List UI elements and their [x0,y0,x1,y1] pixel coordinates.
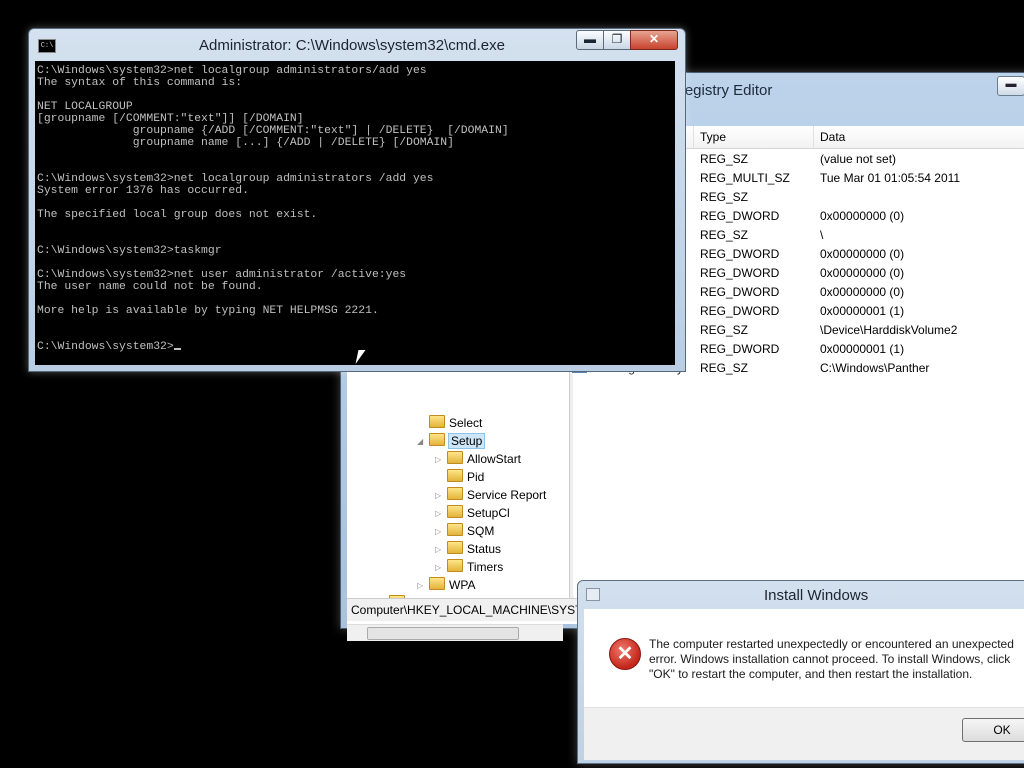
dialog-title: Install Windows [764,587,869,604]
console-output[interactable]: C:\Windows\system32>net localgroup admin… [35,61,675,365]
tree-item-allowstart[interactable]: ▷ AllowStart [435,450,521,468]
folder-icon [447,559,463,572]
value-type: REG_SZ [700,190,749,204]
folder-icon [429,415,445,428]
error-message: The computer restarted unexpectedly or e… [649,637,1014,681]
value-type: REG_DWORD [700,285,780,299]
value-type: REG_DWORD [700,247,780,261]
tree-item-setup[interactable]: ◢ Setup [417,432,486,451]
column-header-type[interactable]: Type [694,126,814,148]
folder-icon [447,505,463,518]
dialog-body: ✕ The computer restarted unexpectedly or… [584,609,1024,707]
window-title: Administrator: C:\Windows\system32\cmd.e… [199,37,505,54]
value-data: \ [820,228,824,242]
value-data: 0x00000000 (0) [820,209,905,223]
tree-item-sqm[interactable]: ▷ SQM [435,522,494,540]
value-data: 0x00000000 (0) [820,266,905,280]
value-type: REG_DWORD [700,209,780,223]
tree-item-label: SQM [467,524,495,538]
cmd-window: C:\ Administrator: C:\Windows\system32\c… [28,28,686,372]
tree-item-pid[interactable]: Pid [435,468,484,486]
tree-item-label: WPA [449,578,476,592]
dialog-footer: OK [584,707,1024,760]
value-type: REG_DWORD [700,266,780,280]
text-cursor [173,348,181,350]
expand-arrow-icon[interactable]: ▷ [435,559,447,577]
tree-item-service-report[interactable]: ▷ Service Report [435,486,546,504]
value-type: REG_DWORD [700,304,780,318]
cmd-icon[interactable]: C:\ [38,39,56,53]
tree-item-label: SetupCl [467,506,510,520]
console-text: C:\Windows\system32>net localgroup admin… [37,65,509,353]
minimize-button[interactable]: ▬ [576,30,604,50]
tree-item-status[interactable]: ▷ Status [435,540,501,558]
tree-item-timers[interactable]: ▷ Timers [435,558,503,576]
value-data: (value not set) [820,152,897,166]
value-type: REG_SZ [700,323,749,337]
window-title: Registry Editor [674,82,773,99]
value-data: 0x00000000 (0) [820,285,905,299]
expand-arrow-icon[interactable]: ▷ [435,505,447,523]
close-button[interactable]: ✕ [630,30,678,50]
tree-item-label: Pid [467,470,485,484]
tree-item-label: AllowStart [467,452,522,466]
tree-item-select[interactable]: Select [417,414,482,432]
expand-arrow-icon[interactable]: ▷ [417,577,429,595]
tree-item-label: Status [467,542,502,556]
tree-item-setupcl[interactable]: ▷ SetupCl [435,504,510,522]
value-data: C:\Windows\Panther [820,361,930,375]
expand-arrow-icon[interactable]: ▷ [435,487,447,505]
value-data: \Device\HarddiskVolume2 [820,323,958,337]
maximize-button[interactable]: ❐ [603,30,631,50]
folder-icon [429,433,445,446]
folder-icon [429,577,445,590]
value-type: REG_SZ [700,361,749,375]
value-data: 0x00000001 (1) [820,304,905,318]
folder-icon [447,451,463,464]
folder-icon [447,523,463,536]
expand-arrow-icon[interactable]: ◢ [417,433,429,451]
value-data: Tue Mar 01 01:05:54 2011 [820,171,961,185]
value-type: REG_DWORD [700,342,780,356]
folder-icon [447,487,463,500]
tree-item-label: Setup [447,433,486,449]
expand-arrow-icon[interactable]: ▷ [435,523,447,541]
column-header-data[interactable]: Data [814,126,1024,148]
folder-icon [447,541,463,554]
install-windows-dialog: Install Windows ✕ The computer restarted… [577,580,1024,764]
expand-arrow-icon[interactable]: ▷ [435,451,447,469]
tree-item-label: Service Report [467,488,547,502]
folder-icon [447,469,463,482]
error-icon: ✕ [609,638,641,670]
tree-item-label: Timers [467,560,504,574]
scroll-thumb[interactable] [367,627,519,640]
value-type: REG_MULTI_SZ [700,171,790,185]
minimize-button[interactable]: ▬ [997,76,1024,96]
value-data: 0x00000001 (1) [820,342,905,356]
expand-arrow-icon[interactable]: ▷ [435,541,447,559]
value-type: REG_SZ [700,152,749,166]
tree-item-label: Select [449,416,483,430]
tree-horizontal-scrollbar[interactable] [347,624,563,641]
window-icon [586,588,600,601]
value-type: REG_SZ [700,228,749,242]
tree-item-wpa[interactable]: ▷ WPA [417,576,475,594]
value-data: 0x00000000 (0) [820,247,905,261]
ok-button[interactable]: OK [962,718,1024,742]
